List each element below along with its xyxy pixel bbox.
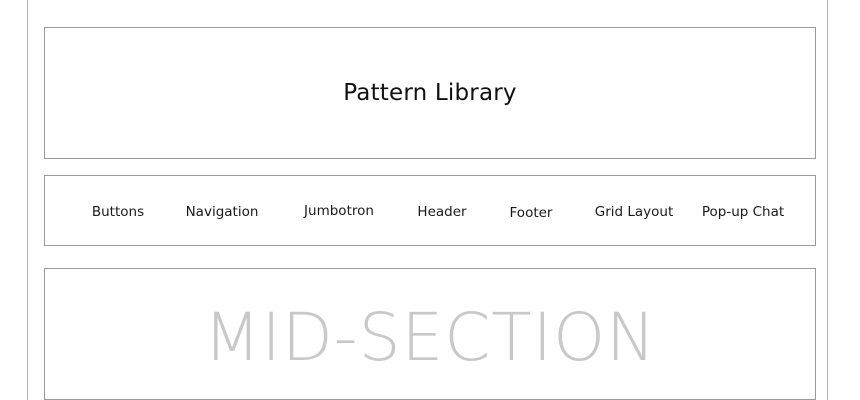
nav-bar: Buttons Navigation Jumbotron Header Foot… [44,175,816,246]
nav-item-grid-layout[interactable]: Grid Layout [595,176,674,247]
mid-section: MID-SECTION [44,268,816,400]
nav-item-popup-chat[interactable]: Pop-up Chat [702,176,784,247]
page-title: Pattern Library [343,80,517,106]
nav-item-jumbotron[interactable]: Jumbotron [304,175,374,246]
nav-item-header[interactable]: Header [417,176,466,247]
mid-section-label: MID-SECTION [203,298,657,376]
nav-item-footer[interactable]: Footer [510,177,553,248]
title-section: Pattern Library [44,27,816,159]
nav-item-buttons[interactable]: Buttons [92,176,144,247]
page: Pattern Library Buttons Navigation Jumbo… [0,0,860,400]
nav-item-navigation[interactable]: Navigation [186,176,259,247]
